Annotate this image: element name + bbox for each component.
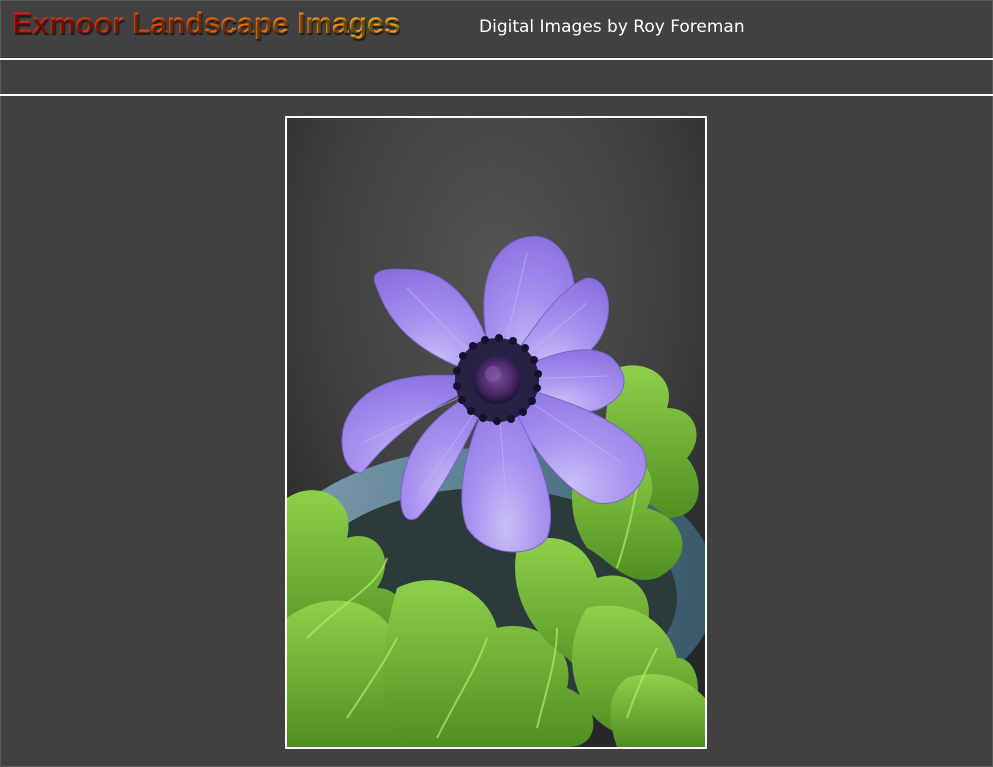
navigation-bar — [0, 60, 993, 96]
anemone-flower-photo — [287, 118, 705, 747]
site-subtitle: Digital Images by Roy Foreman — [479, 17, 745, 37]
site-title[interactable]: Exmoor Landscape Images — [12, 7, 400, 41]
site-header: Exmoor Landscape Images Digital Images b… — [0, 0, 993, 60]
featured-photo[interactable] — [285, 116, 707, 749]
